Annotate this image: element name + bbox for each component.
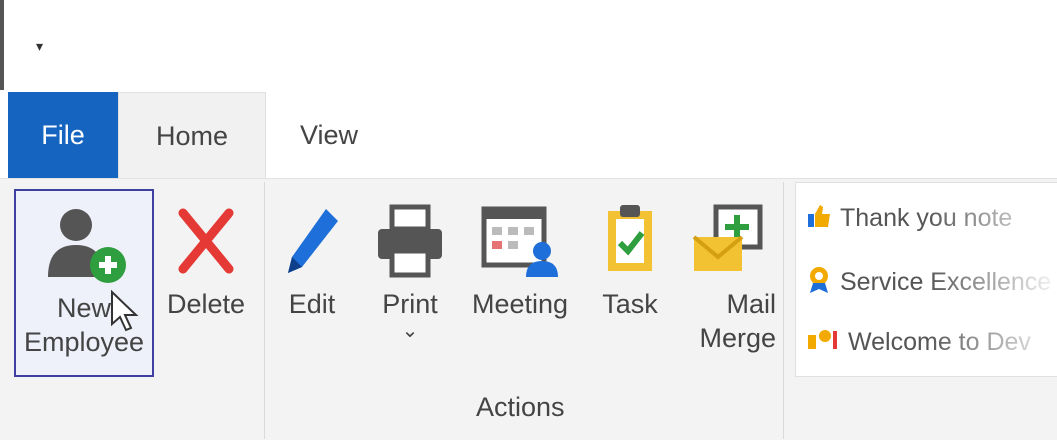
pencil-icon [288, 209, 338, 273]
clipboard-check-icon [608, 205, 652, 271]
gallery-item-thank-you[interactable]: Thank you note [806, 203, 1012, 236]
edit-button[interactable]: Edit [280, 195, 344, 321]
delete-label: Delete [166, 289, 246, 319]
task-button[interactable]: Task [590, 195, 670, 321]
gallery-item-welcome[interactable]: Welcome to Dev [806, 327, 1031, 360]
window-edge [0, 0, 4, 90]
award-icon [806, 265, 832, 302]
mail-merge-label-line2: Merge [699, 323, 776, 353]
welcome-icon [806, 327, 840, 360]
gallery-item-label: Thank you note [840, 204, 1013, 233]
quick-access-dropdown[interactable]: ▾ [36, 38, 43, 55]
template-gallery[interactable]: Thank you note Service Excellence Welcom… [795, 182, 1057, 377]
thumbs-up-icon [806, 203, 832, 236]
tab-file[interactable]: File [8, 92, 118, 178]
gallery-item-label: Welcome to Dev [848, 328, 1031, 357]
print-label: Print [382, 289, 438, 319]
gallery-item-service-excellence[interactable]: Service Excellence [806, 265, 1051, 302]
print-button[interactable]: Print ⌄ [370, 195, 450, 341]
calendar-icon [481, 206, 558, 277]
mouse-cursor-icon [111, 290, 139, 332]
task-label: Task [602, 289, 658, 319]
delete-x-icon [178, 208, 234, 274]
meeting-button[interactable]: Meeting [464, 195, 576, 321]
mail-merge-label-line1: Mail [726, 289, 776, 319]
tab-home[interactable]: Home [118, 92, 266, 178]
user-add-icon [48, 209, 126, 283]
printer-icon [378, 204, 442, 278]
actions-group-label: Actions [476, 392, 565, 422]
tab-view[interactable]: View [300, 92, 370, 178]
mail-merge-icon [692, 204, 763, 271]
edit-label: Edit [288, 289, 336, 319]
chevron-down-icon: ⌄ [401, 320, 419, 342]
gallery-item-label: Service Excellence [840, 268, 1052, 297]
mail-merge-button[interactable]: Mail Merge [680, 195, 776, 355]
group-separator [264, 182, 265, 439]
group-separator [783, 182, 784, 439]
delete-button[interactable]: Delete [160, 195, 252, 321]
meeting-label: Meeting [471, 289, 569, 319]
new-employee-button[interactable]: New Employee [14, 189, 154, 377]
